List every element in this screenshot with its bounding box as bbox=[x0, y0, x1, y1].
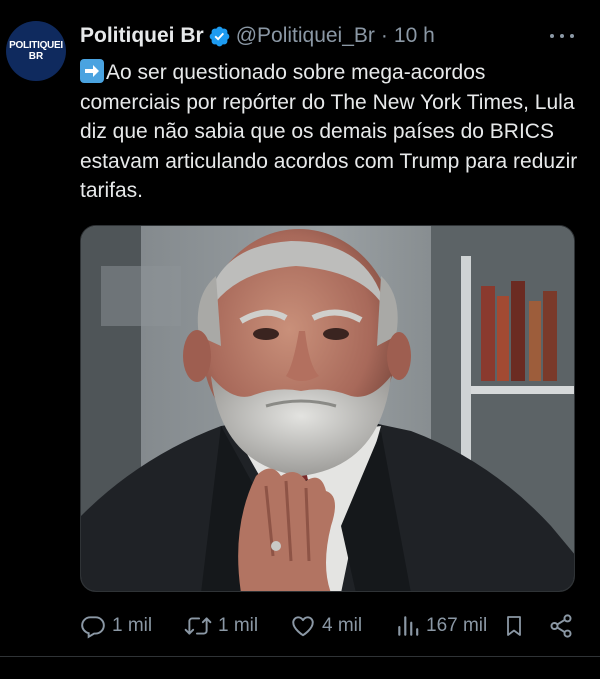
heart-icon bbox=[292, 616, 314, 637]
share-button[interactable] bbox=[548, 610, 574, 642]
share-icon bbox=[550, 614, 572, 638]
tweet[interactable]: POLITIQUEI BR Politiquei Br @Politiquei_… bbox=[0, 0, 600, 679]
reply-count: 1 mil bbox=[112, 615, 153, 636]
reply-button[interactable]: 1 mil bbox=[80, 610, 152, 642]
tweet-time[interactable]: 10 h bbox=[394, 24, 435, 48]
bookmark-button[interactable] bbox=[502, 610, 526, 642]
tweet-divider bbox=[0, 656, 600, 657]
repost-icon bbox=[184, 617, 212, 635]
avatar-line-2: BR bbox=[28, 50, 44, 62]
views-count: 167 mil bbox=[426, 615, 488, 636]
right-arrow-emoji-icon bbox=[80, 59, 104, 83]
author-name[interactable]: Politiquei Br bbox=[80, 24, 204, 48]
header-separator: · bbox=[380, 24, 388, 47]
avatar-line-1: POLITIQUEI bbox=[9, 39, 63, 51]
author-handle[interactable]: @Politiquei_Br bbox=[236, 24, 375, 48]
reply-icon bbox=[81, 616, 105, 639]
more-options-icon[interactable] bbox=[550, 28, 574, 44]
tweet-text-block: Ao ser questionado sobre mega-acordos co… bbox=[80, 58, 580, 206]
tweet-photo[interactable] bbox=[80, 225, 575, 592]
views-button[interactable]: 167 mil bbox=[396, 610, 487, 642]
tweet-text: Ao ser questionado sobre mega-acordos co… bbox=[80, 61, 578, 202]
like-button[interactable]: 4 mil bbox=[290, 610, 362, 642]
repost-count: 1 mil bbox=[218, 615, 259, 636]
views-chart-icon bbox=[398, 616, 419, 636]
like-count: 4 mil bbox=[322, 615, 363, 636]
repost-button[interactable]: 1 mil bbox=[184, 610, 258, 642]
bookmark-icon bbox=[507, 616, 521, 636]
verified-badge-icon bbox=[208, 25, 231, 48]
tweet-header: Politiquei Br @Politiquei_Br · 10 h bbox=[80, 22, 435, 50]
avatar[interactable]: POLITIQUEI BR bbox=[6, 21, 66, 81]
tweet-actions: 1 mil 1 mil 4 mil 167 mil bbox=[80, 610, 580, 642]
